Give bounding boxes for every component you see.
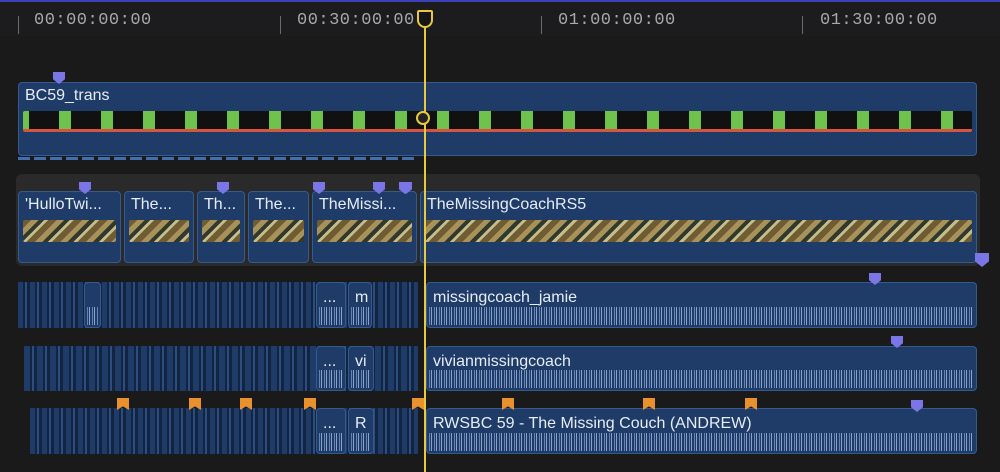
clip-title: RWSBC 59 - The Missing Couch (ANDREW) [433, 415, 752, 432]
ruler-timecode: 00:30:00:00 [297, 11, 415, 30]
waveform [87, 307, 98, 325]
audio-clip[interactable]: vivianmissingcoach [426, 346, 977, 391]
waveform [319, 433, 343, 451]
clip-title: TheMissi... [319, 196, 397, 213]
primary-clip[interactable]: BC59_trans [18, 82, 977, 156]
timeline-ruler[interactable]: 00:00:00:00 00:30:00:00 01:00:00:00 01:3… [0, 0, 1000, 36]
clip-title: The... [131, 196, 172, 213]
audio-clip[interactable]: RWSBC 59 - The Missing Couch (ANDREW) [426, 408, 977, 454]
waveform [351, 307, 369, 325]
clip-title: R [355, 415, 367, 432]
video-clip[interactable]: Th... [197, 191, 245, 263]
clip-range-indicator [18, 157, 418, 160]
clip-title: TheMissingCoachRS5 [427, 196, 587, 213]
playhead-handle[interactable] [417, 10, 433, 28]
audio-clip[interactable]: ... [316, 408, 346, 454]
video-clip[interactable]: 'HulloTwi... [18, 191, 121, 263]
ruler-timecode: 01:00:00:00 [558, 11, 676, 30]
ruler-tick [802, 16, 803, 34]
clip-title: Th... [204, 196, 237, 213]
clip-title: BC59_trans [25, 87, 110, 104]
timeline-tracks[interactable]: BC59_trans 'HulloTwi... The... Th... The… [0, 36, 1000, 472]
ruler-timecode: 00:00:00:00 [34, 11, 152, 30]
ruler-timecode: 01:30:00:00 [820, 11, 938, 30]
clip-filmstrip [23, 111, 972, 132]
clip-title: m [355, 289, 369, 306]
clip-thumbnails [425, 220, 972, 242]
clip-thumbnails [129, 220, 189, 242]
audio-clip[interactable]: vi [348, 346, 374, 391]
waveform [319, 307, 343, 325]
chapter-marker-icon[interactable] [412, 398, 424, 410]
clip-title: vi [355, 353, 367, 370]
playhead-line[interactable] [424, 12, 426, 472]
clip-title: ... [323, 289, 337, 306]
ruler-tick [18, 16, 19, 34]
waveform [429, 370, 974, 388]
clip-title: ... [323, 353, 337, 370]
video-clip[interactable]: The... [248, 191, 309, 263]
clip-thumbnails [23, 220, 116, 242]
clip-thumbnails [202, 220, 240, 242]
waveform [351, 370, 371, 388]
audio-clip[interactable]: m [348, 282, 372, 328]
waveform [351, 433, 371, 451]
video-clip[interactable]: TheMissi... [312, 191, 417, 263]
waveform [429, 433, 974, 451]
clip-thumbnails [253, 220, 304, 242]
waveform [429, 307, 974, 325]
audio-clip[interactable]: missingcoach_jamie [426, 282, 977, 328]
clip-title: ... [323, 415, 337, 432]
audio-clip[interactable]: R [348, 408, 374, 454]
ruler-tick [541, 16, 542, 34]
audio-clip[interactable]: ... [316, 282, 346, 328]
audio-clip[interactable] [84, 282, 101, 328]
clip-title: The... [255, 196, 296, 213]
clip-title: vivianmissingcoach [433, 353, 571, 370]
clip-title: missingcoach_jamie [433, 289, 578, 306]
audio-clip[interactable]: ... [316, 346, 346, 391]
skimmer-position-indicator [416, 111, 430, 125]
waveform [319, 370, 343, 388]
video-clip[interactable]: The... [124, 191, 194, 263]
clip-title: 'HulloTwi... [25, 196, 102, 213]
clip-thumbnails [317, 220, 412, 242]
ruler-tick [280, 16, 281, 34]
video-clip[interactable]: TheMissingCoachRS5 [420, 191, 977, 263]
